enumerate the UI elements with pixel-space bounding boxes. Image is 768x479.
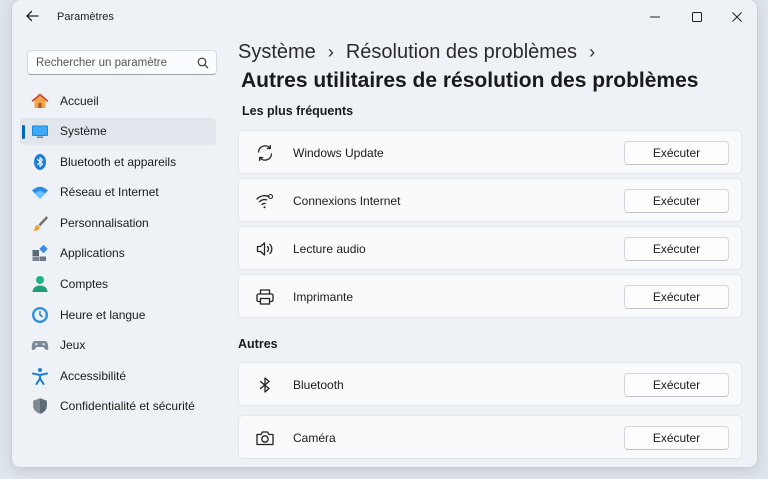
arrow-left-icon — [26, 10, 39, 22]
sidebar-item-comptes[interactable]: Comptes — [20, 271, 216, 298]
sidebar-item-label: Comptes — [60, 277, 109, 292]
troubleshooter-card-camera: Caméra Exécuter — [238, 415, 742, 459]
search-box[interactable] — [27, 50, 217, 75]
breadcrumb-item-troubleshoot[interactable]: Résolution des problèmes — [346, 41, 577, 64]
troubleshooter-card-printer: Imprimante Exécuter — [238, 274, 742, 318]
troubleshooter-label: Windows Update — [293, 146, 384, 160]
maximize-button[interactable] — [682, 6, 712, 28]
settings-window: Paramètres Accueil — [12, 0, 757, 467]
sidebar-item-label: Jeux — [60, 338, 86, 353]
troubleshooter-label: Bluetooth — [293, 378, 344, 392]
maximize-icon — [692, 12, 702, 22]
page-title: Autres utilitaires de résolution des pro… — [241, 69, 699, 92]
wifi-icon — [31, 183, 49, 201]
camera-icon — [255, 428, 275, 448]
printer-icon — [255, 287, 275, 307]
search-input[interactable] — [36, 56, 196, 69]
sidebar-item-reseau[interactable]: Réseau et Internet — [20, 179, 216, 206]
chevron-right-icon: › — [327, 42, 334, 62]
sidebar-item-personnalisation[interactable]: Personnalisation — [20, 209, 216, 236]
sidebar-item-label: Heure et langue — [60, 307, 146, 322]
clock-globe-icon — [31, 306, 49, 324]
troubleshooter-label: Caméra — [293, 431, 336, 445]
account-icon — [31, 275, 49, 293]
troubleshooter-label: Lecture audio — [293, 242, 366, 256]
run-button-printer[interactable]: Exécuter — [624, 285, 729, 309]
sidebar-item-label: Accueil — [60, 93, 99, 108]
search-icon[interactable] — [197, 57, 209, 69]
section-title-frequent: Les plus fréquents — [242, 104, 354, 118]
sidebar-item-label: Système — [60, 124, 107, 139]
refresh-icon — [255, 143, 275, 163]
bluetooth-icon — [31, 153, 49, 171]
sidebar-item-applications[interactable]: Applications — [20, 240, 216, 267]
close-button[interactable] — [722, 6, 752, 28]
sidebar-item-jeux[interactable]: Jeux — [20, 332, 216, 359]
breadcrumb-item-system[interactable]: Système — [238, 41, 316, 64]
troubleshooter-label: Imprimante — [293, 290, 354, 304]
bluetooth-icon — [255, 375, 275, 395]
sidebar-item-accessibilite[interactable]: Accessibilité — [20, 362, 216, 389]
run-button-internet[interactable]: Exécuter — [624, 189, 729, 213]
sidebar-item-heure-langue[interactable]: Heure et langue — [20, 301, 216, 328]
troubleshooter-card-bluetooth: Bluetooth Exécuter — [238, 362, 742, 406]
title-bar: Paramètres — [12, 0, 757, 34]
shield-icon — [31, 397, 49, 415]
run-button-bluetooth[interactable]: Exécuter — [624, 373, 729, 397]
sidebar-item-label: Personnalisation — [60, 215, 149, 230]
sidebar-item-label: Réseau et Internet — [60, 185, 159, 200]
sidebar-item-label: Bluetooth et appareils — [60, 154, 177, 169]
chevron-right-icon: › — [589, 42, 596, 62]
sidebar-item-label: Applications — [60, 246, 125, 261]
home-icon — [31, 92, 49, 110]
close-icon — [732, 12, 742, 22]
sidebar-item-accueil[interactable]: Accueil — [20, 87, 216, 114]
minimize-button[interactable] — [640, 6, 670, 28]
run-button-windows-update[interactable]: Exécuter — [624, 141, 729, 165]
accessibility-icon — [31, 367, 49, 385]
troubleshooter-label: Connexions Internet — [293, 194, 401, 208]
sidebar-item-label: Confidentialité et sécurité — [60, 399, 195, 414]
sidebar-item-bluetooth[interactable]: Bluetooth et appareils — [20, 148, 216, 175]
wifi-settings-icon — [255, 191, 275, 211]
sidebar-item-label: Accessibilité — [60, 368, 127, 383]
sidebar-item-confidentialite[interactable]: Confidentialité et sécurité — [20, 393, 216, 420]
sidebar-item-systeme[interactable]: Système — [20, 117, 216, 145]
run-button-audio[interactable]: Exécuter — [624, 237, 729, 261]
speaker-icon — [255, 239, 275, 259]
section-title-other: Autres — [238, 337, 278, 351]
run-button-camera[interactable]: Exécuter — [624, 426, 729, 450]
brush-icon — [31, 214, 49, 232]
back-button[interactable] — [24, 8, 44, 26]
breadcrumb: Système › Résolution des problèmes › — [238, 41, 607, 64]
gamepad-icon — [31, 336, 49, 354]
troubleshooter-card-windows-update: Windows Update Exécuter — [238, 130, 742, 174]
troubleshooter-card-audio: Lecture audio Exécuter — [238, 226, 742, 270]
system-icon — [31, 122, 49, 140]
troubleshooter-card-internet: Connexions Internet Exécuter — [238, 178, 742, 222]
sidebar-nav: Accueil Système Bluetooth et appareils R… — [20, 87, 216, 424]
app-title: Paramètres — [57, 11, 114, 23]
apps-icon — [31, 244, 49, 262]
minimize-icon — [650, 16, 660, 18]
